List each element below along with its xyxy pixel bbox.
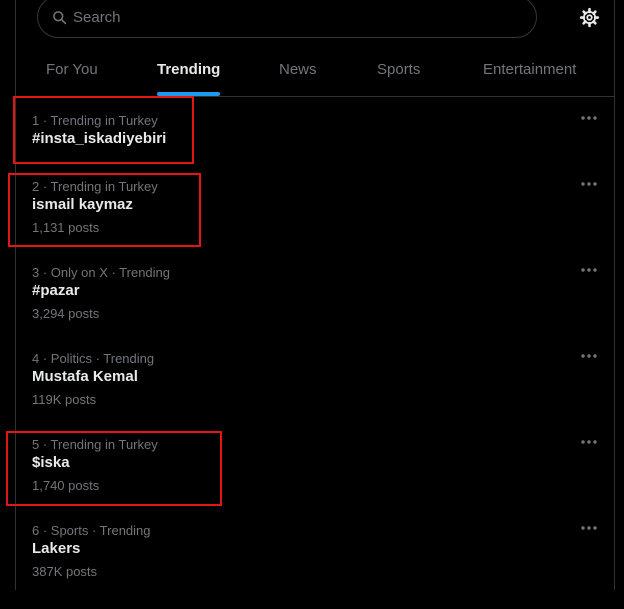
tab-entertainment[interactable]: Entertainment [483,44,576,96]
more-icon[interactable] [580,437,598,447]
trend-item[interactable]: 3 · Only on X · Trending #pazar 3,294 po… [16,265,614,351]
tab-label: News [279,61,317,78]
trend-posts: 3,294 posts [32,306,100,321]
search-input[interactable] [71,7,475,27]
tab-for-you[interactable]: For You [46,44,98,96]
trend-meta: 3 · Only on X · Trending [32,265,171,280]
trend-name: Lakers [32,540,81,557]
more-icon[interactable] [580,179,598,189]
search-icon [53,10,67,24]
tab-bar: For You Trending News Sports Entertainme… [16,44,614,97]
highlight-box [6,431,222,506]
tab-news[interactable]: News [279,44,317,96]
more-icon[interactable] [580,113,598,123]
search-box[interactable] [37,0,537,38]
trend-name: Mustafa Kemal [32,368,138,385]
trend-meta: 6 · Sports · Trending [32,523,151,538]
tab-label: Entertainment [483,61,577,78]
more-icon[interactable] [580,265,598,275]
more-icon[interactable] [580,523,598,533]
gear-icon[interactable] [579,7,600,28]
tab-label: Sports [377,61,421,78]
tab-trending[interactable]: Trending [157,44,221,96]
highlight-box [8,173,201,247]
trend-item[interactable]: 6 · Sports · Trending Lakers 387K posts [16,523,614,609]
trend-item[interactable]: 4 · Politics · Trending Mustafa Kemal 11… [16,351,614,437]
highlight-box [13,96,194,164]
tab-sports[interactable]: Sports [377,44,420,96]
more-icon[interactable] [580,351,598,361]
trend-meta: 4 · Politics · Trending [32,351,155,366]
tab-label: For You [46,61,98,78]
trend-posts: 119K posts [32,392,97,407]
trend-posts: 387K posts [32,564,98,579]
trend-name: #pazar [32,282,80,299]
tab-label: Trending [157,61,221,78]
